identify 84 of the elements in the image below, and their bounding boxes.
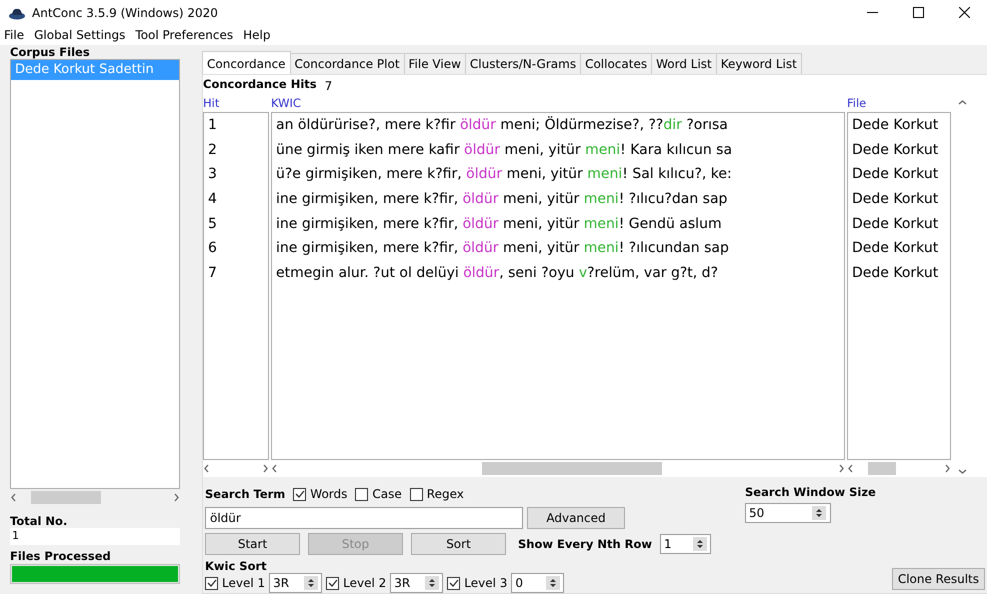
table-cell-text: 6	[207, 239, 218, 258]
kwic-line: ü?e girmişiken, mere k?fir, öldür meni, yitür meni! Sal kılıcu?, ke:	[275, 165, 733, 184]
scroll-left-icon[interactable]	[10, 493, 17, 502]
kwic-line: üne girmiş iken mere kafir öldür meni, yitür meni! Kara kılıcun sa	[275, 140, 734, 160]
table-cell-text: 3	[207, 165, 218, 184]
scrollbar-thumb[interactable]	[868, 462, 896, 476]
scroll-up-icon[interactable]	[958, 99, 966, 106]
clone-results-button[interactable]: Clone Results	[892, 568, 985, 590]
checkbox[interactable]	[410, 488, 423, 501]
table-cell-text: Dede Korkut	[851, 165, 940, 184]
menu-item[interactable]: Help	[243, 26, 270, 44]
spin-box[interactable]: 0	[511, 573, 564, 594]
spin-arrows-icon[interactable]	[693, 537, 708, 552]
menu-item[interactable]: Tool Preferences	[135, 26, 234, 44]
action-button[interactable]: Sort	[411, 533, 506, 556]
scroll-left-icon[interactable]	[847, 464, 854, 474]
menu-item[interactable]: File	[4, 26, 24, 44]
kwic-line: ine girmişiken, mere k?fir, öldür meni, yitür meni! ?ılıcu?dan sap	[275, 190, 728, 210]
total-value: 1	[10, 528, 180, 544]
table-cell-text: 5	[207, 214, 218, 234]
table-cell-text: Dede Korkut	[851, 214, 940, 234]
spin-arrows-icon[interactable]	[546, 576, 560, 590]
kwic-line: etmegin alur. ?ut ol delüyi öldür, seni ?oyu v?relüm, var g?t, d?	[275, 264, 719, 283]
hits-count: 7	[324, 78, 332, 95]
column-header[interactable]: KWIC	[271, 95, 845, 112]
kwic-line: an öldürürise?, mere k?fir öldür meni; Öldürmezise?, ??dir ?orısa	[275, 115, 729, 136]
spin-arrows-icon[interactable]	[812, 506, 826, 520]
maximize-icon[interactable]	[912, 7, 924, 18]
action-button[interactable]: Start	[205, 533, 300, 556]
checkbox-label[interactable]: Words	[310, 485, 348, 504]
field-label: Search Window Size	[745, 485, 877, 500]
scroll-left-icon[interactable]	[203, 464, 210, 474]
table-cell-text: 1	[207, 116, 218, 136]
field-label: Search Term	[205, 487, 286, 502]
spin-box[interactable]: 50	[745, 503, 831, 524]
checkbox-label[interactable]: Level 2	[343, 574, 386, 592]
close-icon[interactable]	[958, 7, 970, 18]
kwic-line: ine girmişiken, mere k?fir, öldür meni, yitür meni! Gendü aslum	[275, 214, 723, 234]
table-cell-text: Dede Korkut	[851, 140, 940, 160]
checkbox-label[interactable]: Regex	[426, 485, 464, 504]
field-label: Files Processed	[10, 548, 112, 562]
table-cell-text: 7	[207, 264, 218, 283]
table-cell-text: Dede Korkut	[851, 116, 940, 136]
table-cell-text: Dede Korkut	[851, 264, 940, 283]
scrollbar-thumb[interactable]	[482, 462, 662, 476]
scroll-right-icon[interactable]	[838, 464, 845, 474]
column-header[interactable]: Hit	[203, 95, 269, 112]
kwic-line: ine girmişiken, mere k?fir, öldür meni, yitür meni! ?ılıcundan sap	[275, 239, 730, 258]
spin-box[interactable]: 3R	[269, 573, 322, 594]
scroll-right-icon[interactable]	[173, 493, 180, 502]
checkbox[interactable]	[326, 576, 340, 590]
menu-item[interactable]: Global Settings	[34, 26, 126, 44]
scroll-right-icon[interactable]	[944, 464, 951, 474]
table-cell-text: 2	[207, 140, 218, 160]
panel-label: Corpus Files	[10, 45, 91, 59]
checkbox-label[interactable]: Case	[372, 485, 402, 504]
checkbox-label[interactable]: Level 1	[222, 574, 266, 592]
tab[interactable]: Keyword List	[716, 53, 802, 74]
spin-arrows-icon[interactable]	[425, 576, 440, 590]
advanced-button[interactable]: Advanced	[527, 507, 625, 530]
window-title: AntConc 3.5.9 (Windows) 2020	[32, 4, 218, 22]
checkbox[interactable]	[447, 576, 460, 590]
field-label: Kwic Sort	[205, 559, 268, 574]
spin-box[interactable]: 1	[660, 534, 712, 554]
checkbox[interactable]	[205, 576, 218, 590]
search-field[interactable]: öldür	[205, 507, 523, 530]
scrollbar-thumb[interactable]	[31, 491, 101, 504]
scroll-right-icon[interactable]	[262, 464, 269, 474]
checkbox-label[interactable]: Level 3	[464, 574, 508, 592]
table-cell-text: 4	[207, 190, 218, 210]
field-label: Total No.	[10, 514, 68, 528]
spin-box[interactable]: 3R	[390, 573, 444, 594]
scroll-left-icon[interactable]	[271, 464, 278, 474]
field-label: Show Every Nth Row	[518, 537, 652, 552]
column-header[interactable]: File	[847, 95, 951, 112]
table-cell-text: Dede Korkut	[851, 190, 940, 210]
tab[interactable]: Concordance	[202, 51, 291, 74]
table-cell-text: Dede Korkut	[851, 239, 940, 258]
minimize-icon[interactable]	[866, 12, 878, 14]
checkbox[interactable]	[293, 488, 306, 501]
checkbox[interactable]	[355, 488, 368, 501]
scroll-down-icon[interactable]	[958, 468, 966, 476]
spin-arrows-icon[interactable]	[304, 576, 318, 590]
hits-label: Concordance Hits	[203, 77, 317, 93]
